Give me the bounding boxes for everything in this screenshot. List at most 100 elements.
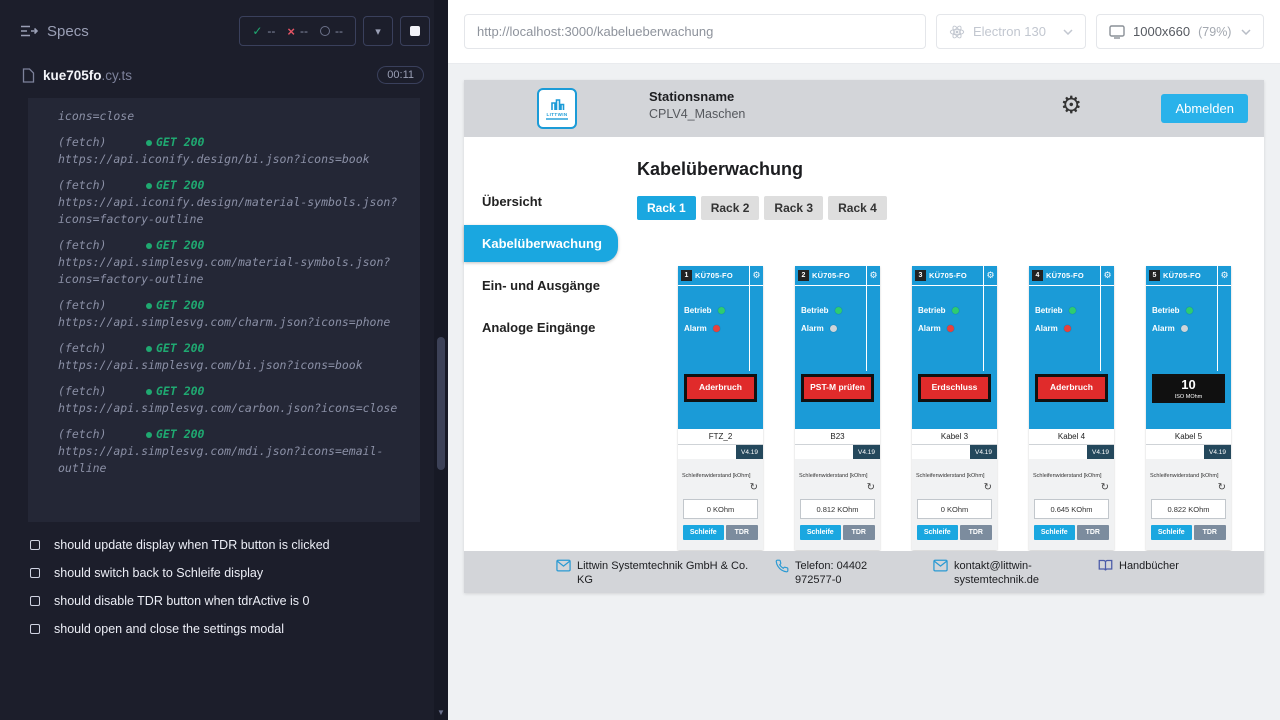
tdr-button[interactable]: TDR bbox=[843, 525, 875, 540]
refresh-icon[interactable]: ↻ bbox=[1218, 483, 1226, 493]
test-row[interactable]: should disable TDR button when tdrActive… bbox=[30, 594, 424, 608]
betrieb-label: Betrieb bbox=[801, 306, 829, 315]
tdr-button[interactable]: TDR bbox=[726, 525, 758, 540]
runner-header: Specs ✓-- ×-- -- ▾ bbox=[0, 0, 434, 58]
fetch-log-entry[interactable]: (fetch)GET 200 https://api.simplesvg.com… bbox=[58, 340, 408, 374]
test-state-icon bbox=[30, 540, 40, 550]
test-stats[interactable]: ✓-- ×-- -- bbox=[239, 16, 356, 46]
footer-manuals-link[interactable]: Handbücher bbox=[1098, 559, 1179, 573]
nav-item-uebersicht[interactable]: Übersicht bbox=[464, 183, 618, 220]
footer-phone[interactable]: Telefon: 04402 972577-0 bbox=[775, 559, 907, 588]
status-display: Aderbruch bbox=[684, 374, 757, 402]
device-card-3: 3 KÜ705-FO ⚙ Betrieb Alarm Erdschluss bbox=[912, 266, 997, 550]
refresh-icon[interactable]: ↻ bbox=[867, 483, 875, 493]
test-title: should disable TDR button when tdrActive… bbox=[54, 594, 309, 608]
measurement-value: 0.822 KOhm bbox=[1151, 499, 1226, 519]
device-gear-icon[interactable]: ⚙ bbox=[866, 266, 880, 285]
viewport-selector[interactable]: 1000x660 (79%) bbox=[1096, 14, 1264, 49]
test-row[interactable]: should switch back to Schleife display bbox=[30, 566, 424, 580]
fetch-log-entry[interactable]: (fetch)GET 200 https://api.simplesvg.com… bbox=[58, 383, 408, 417]
request-url: https://api.simplesvg.com/mdi.json?icons… bbox=[58, 443, 408, 477]
footer-company[interactable]: Littwin Systemtechnik GmbH & Co. KG bbox=[556, 559, 749, 588]
stop-run-button[interactable] bbox=[400, 16, 430, 46]
device-gear-icon[interactable]: ⚙ bbox=[1217, 266, 1231, 285]
schleife-button[interactable]: Schleife bbox=[683, 525, 724, 540]
collapse-dropdown-button[interactable]: ▾ bbox=[363, 16, 393, 46]
tdr-button[interactable]: TDR bbox=[960, 525, 992, 540]
cable-name-field[interactable]: Kabel 3 bbox=[912, 429, 997, 444]
refresh-icon[interactable]: ↻ bbox=[750, 483, 758, 493]
measurement-value: 0 KOhm bbox=[917, 499, 992, 519]
device-gear-icon[interactable]: ⚙ bbox=[983, 266, 997, 285]
footer-email[interactable]: kontakt@littwin-systemtechnik.de bbox=[933, 559, 1072, 588]
fetch-log-entry[interactable]: (fetch)GET 200 https://api.simplesvg.com… bbox=[58, 237, 408, 288]
cable-name-field[interactable]: B23 bbox=[795, 429, 880, 444]
scrollbar-thumb[interactable] bbox=[437, 337, 445, 470]
tab-rack-2[interactable]: Rack 2 bbox=[701, 196, 760, 220]
browser-url-bar: Electron 130 1000x660 (79%) bbox=[448, 0, 1280, 64]
nav-item-kabelueberwachung[interactable]: Kabelüberwachung bbox=[464, 225, 618, 262]
test-row[interactable]: should update display when TDR button is… bbox=[30, 538, 424, 552]
device-model-label: KÜ705-FO bbox=[1046, 271, 1084, 280]
status-dot-icon bbox=[146, 432, 152, 438]
contact-email: kontakt@littwin-systemtechnik.de bbox=[954, 559, 1072, 588]
measurement-panel: Schleifenwiderstand [kOhm] ↻ 0 KOhm Schl… bbox=[912, 459, 997, 550]
firmware-version: V4.19 bbox=[853, 445, 880, 459]
schleife-button[interactable]: Schleife bbox=[800, 525, 841, 540]
test-row[interactable]: should open and close the settings modal bbox=[30, 622, 424, 636]
tab-rack-4[interactable]: Rack 4 bbox=[828, 196, 887, 220]
rack-tabs: Rack 1 Rack 2 Rack 3 Rack 4 bbox=[637, 196, 1264, 220]
stat-passed: ✓-- bbox=[252, 24, 275, 38]
betrieb-led bbox=[952, 307, 959, 314]
tdr-button[interactable]: TDR bbox=[1194, 525, 1226, 540]
test-state-icon bbox=[30, 596, 40, 606]
specs-menu-button[interactable]: Specs bbox=[20, 23, 89, 40]
sidebar-toggle-icon bbox=[20, 24, 38, 38]
device-card-2: 2 KÜ705-FO ⚙ Betrieb Alarm PST-M prüfen bbox=[795, 266, 880, 550]
scrollbar-down-arrow[interactable]: ▼ bbox=[434, 708, 448, 717]
tab-rack-1[interactable]: Rack 1 bbox=[637, 196, 696, 220]
fetch-log-entry[interactable]: (fetch)GET 200 https://api.simplesvg.com… bbox=[58, 297, 408, 331]
brand-text: LITTWIN bbox=[546, 112, 567, 117]
nav-item-analoge-eingaenge[interactable]: Analoge Eingänge bbox=[464, 309, 618, 346]
tdr-button[interactable]: TDR bbox=[1077, 525, 1109, 540]
spec-file-row[interactable]: kue705fo.cy.ts 00:11 bbox=[0, 58, 434, 94]
fetch-log-entry[interactable]: (fetch)GET 200 https://api.iconify.desig… bbox=[58, 134, 408, 168]
schleife-button[interactable]: Schleife bbox=[1151, 525, 1192, 540]
device-side-column bbox=[749, 286, 763, 371]
url-input[interactable] bbox=[464, 14, 926, 49]
betrieb-label: Betrieb bbox=[918, 306, 946, 315]
request-url: https://api.simplesvg.com/carbon.json?ic… bbox=[58, 400, 408, 417]
schleife-button[interactable]: Schleife bbox=[1034, 525, 1075, 540]
cable-name-field[interactable]: FTZ_2 bbox=[678, 429, 763, 444]
nav-item-ein-und-ausgaenge[interactable]: Ein- und Ausgänge bbox=[464, 267, 618, 304]
status-text: 10 bbox=[1180, 377, 1196, 394]
settings-gear-icon[interactable]: ⚙ bbox=[1060, 94, 1082, 118]
spec-extension: .cy.ts bbox=[102, 68, 133, 83]
test-title: should open and close the settings modal bbox=[54, 622, 284, 636]
device-gear-icon[interactable]: ⚙ bbox=[1100, 266, 1114, 285]
firmware-version: V4.19 bbox=[1204, 445, 1231, 459]
cable-name-field[interactable]: Kabel 4 bbox=[1029, 429, 1114, 444]
refresh-icon[interactable]: ↻ bbox=[984, 483, 992, 493]
refresh-icon[interactable]: ↻ bbox=[1101, 483, 1109, 493]
browser-name: Electron 130 bbox=[973, 24, 1046, 39]
runner-scrollbar[interactable]: ▼ bbox=[434, 0, 448, 720]
station-label: Stationsname bbox=[649, 89, 745, 104]
fetch-log-entry[interactable]: (fetch)GET 200 https://api.simplesvg.com… bbox=[58, 426, 408, 477]
spec-name: kue705fo bbox=[43, 68, 102, 83]
betrieb-led bbox=[1186, 307, 1193, 314]
chevron-down-icon: ▾ bbox=[375, 25, 381, 38]
schleife-button[interactable]: Schleife bbox=[917, 525, 958, 540]
status-dot-icon bbox=[146, 183, 152, 189]
logout-button[interactable]: Abmelden bbox=[1161, 94, 1248, 123]
measurement-label: Schleifenwiderstand [kOhm] bbox=[916, 473, 984, 479]
fetch-log-entry[interactable]: (fetch)GET 200 https://api.iconify.desig… bbox=[58, 177, 408, 228]
browser-selector[interactable]: Electron 130 bbox=[936, 14, 1086, 49]
tab-rack-3[interactable]: Rack 3 bbox=[764, 196, 823, 220]
cable-name-field[interactable]: Kabel 5 bbox=[1146, 429, 1231, 444]
device-gear-icon[interactable]: ⚙ bbox=[749, 266, 763, 285]
status-text: Aderbruch bbox=[698, 382, 743, 394]
alarm-led bbox=[947, 325, 954, 332]
alarm-label: Alarm bbox=[1152, 324, 1175, 333]
